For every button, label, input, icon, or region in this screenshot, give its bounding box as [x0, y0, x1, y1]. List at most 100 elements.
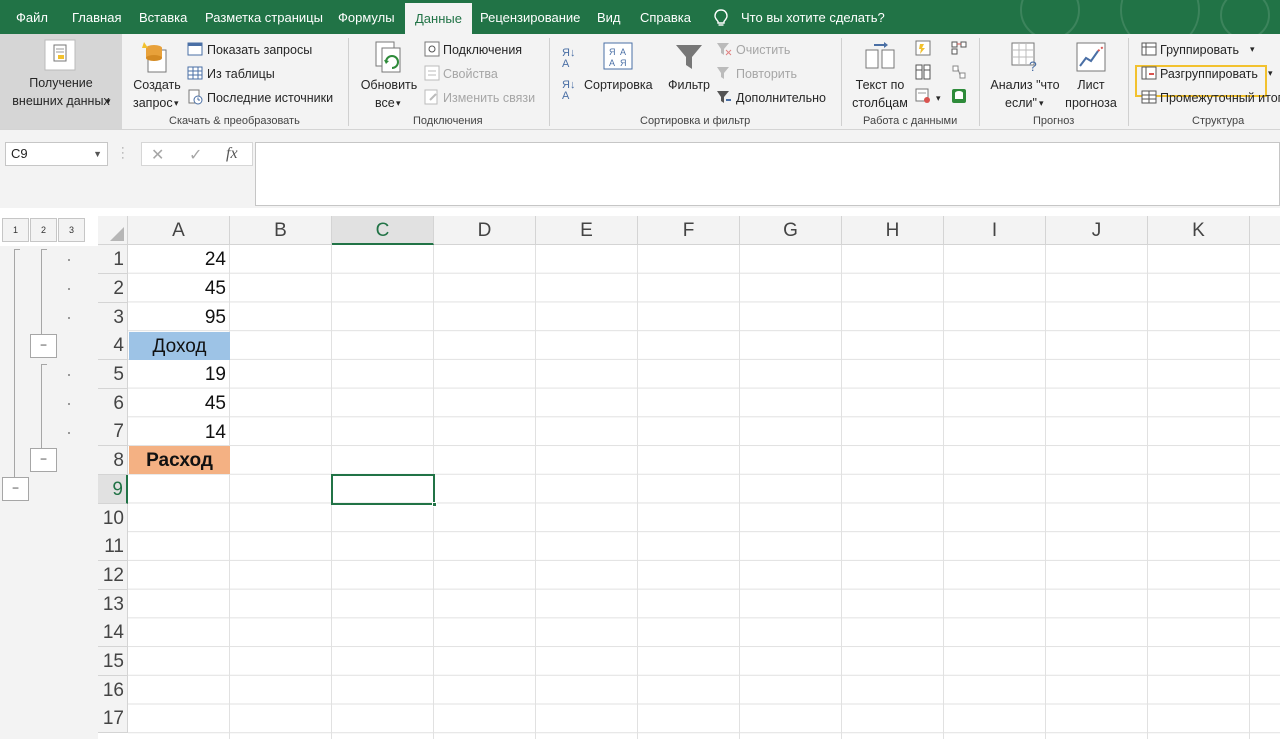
- formula-bar-grip-icon[interactable]: · · ·: [121, 143, 125, 164]
- column-header-a[interactable]: A: [128, 216, 230, 245]
- show-queries-button[interactable]: Показать запросы: [207, 42, 312, 58]
- column-header-l[interactable]: [1250, 216, 1280, 245]
- sort-za-icon[interactable]: Я↓ А: [562, 80, 575, 102]
- sort-az-icon[interactable]: Я↓ А: [562, 48, 575, 70]
- text-to-columns-label-2[interactable]: столбцам: [848, 95, 912, 111]
- cell-a4-income-label[interactable]: Доход: [129, 332, 230, 360]
- tab-page-layout[interactable]: Разметка страницы: [205, 0, 323, 34]
- cell-a5[interactable]: 19: [128, 360, 230, 388]
- group-button[interactable]: Группировать: [1160, 42, 1239, 58]
- column-header-k[interactable]: K: [1148, 216, 1250, 245]
- from-table-button[interactable]: Из таблицы: [207, 66, 275, 82]
- recent-sources-button[interactable]: Последние источники: [207, 90, 333, 106]
- data-model-icon[interactable]: [951, 88, 967, 104]
- tab-formulas[interactable]: Формулы: [338, 0, 395, 34]
- sort-button[interactable]: Сортировка: [584, 77, 653, 93]
- insert-function-icon[interactable]: fx: [226, 145, 238, 163]
- edit-links-button[interactable]: Изменить связи: [443, 90, 535, 106]
- row-header-5[interactable]: 5: [98, 360, 128, 389]
- remove-duplicates-icon[interactable]: [915, 64, 931, 80]
- row-header-9[interactable]: 9: [98, 475, 128, 504]
- name-box[interactable]: C9 ▼: [5, 142, 108, 166]
- outline-level-1-button[interactable]: 1: [2, 218, 29, 242]
- chevron-down-icon[interactable]: ▾: [1250, 41, 1255, 57]
- tab-home[interactable]: Главная: [72, 0, 121, 34]
- selected-cell-c9[interactable]: [331, 474, 437, 507]
- cell-a7[interactable]: 14: [128, 418, 230, 446]
- row-header-3[interactable]: 3: [98, 303, 128, 332]
- column-header-j[interactable]: J: [1046, 216, 1148, 245]
- tab-view[interactable]: Вид: [597, 0, 621, 34]
- forecast-sheet-label-1[interactable]: Лист: [1062, 77, 1120, 93]
- column-header-g[interactable]: G: [740, 216, 842, 245]
- properties-button[interactable]: Свойства: [443, 66, 498, 82]
- refresh-all-label-2[interactable]: все: [375, 95, 395, 111]
- column-header-c[interactable]: C: [332, 216, 434, 245]
- tab-file[interactable]: Файл: [16, 0, 48, 34]
- collapse-group-button[interactable]: −: [2, 477, 29, 501]
- chevron-down-icon[interactable]: ▾: [1268, 65, 1273, 81]
- row-header-13[interactable]: 13: [98, 590, 128, 619]
- flash-fill-icon[interactable]: [915, 40, 931, 56]
- outline-level-2-button[interactable]: 2: [30, 218, 57, 242]
- tab-data[interactable]: Данные: [405, 3, 472, 34]
- row-header-12[interactable]: 12: [98, 561, 128, 590]
- row-header-10[interactable]: 10: [98, 504, 128, 533]
- collapse-group-button[interactable]: −: [30, 334, 57, 358]
- cell-a2[interactable]: 45: [128, 274, 230, 302]
- cell-a8-expense-label[interactable]: Расход: [129, 446, 230, 474]
- subtotal-button[interactable]: Промежуточный итог: [1160, 90, 1280, 106]
- connections-button[interactable]: Подключения: [443, 42, 522, 58]
- row-header-11[interactable]: 11: [98, 532, 128, 561]
- row-header-15[interactable]: 15: [98, 647, 128, 676]
- column-header-e[interactable]: E: [536, 216, 638, 245]
- row-header-6[interactable]: 6: [98, 389, 128, 418]
- column-header-b[interactable]: B: [230, 216, 332, 245]
- fill-handle[interactable]: [432, 502, 437, 507]
- row-header-16[interactable]: 16: [98, 676, 128, 705]
- new-query-label-2[interactable]: запрос: [133, 95, 173, 111]
- ungroup-button[interactable]: Разгруппировать: [1160, 66, 1258, 82]
- row-header-14[interactable]: 14: [98, 618, 128, 647]
- clear-button[interactable]: Очистить: [736, 42, 790, 58]
- relationships-icon[interactable]: [951, 64, 967, 80]
- cell-a1[interactable]: 24: [128, 245, 230, 273]
- what-if-label-2[interactable]: если": [1005, 95, 1037, 111]
- formula-input[interactable]: [255, 142, 1280, 206]
- tab-insert[interactable]: Вставка: [139, 0, 187, 34]
- row-header-7[interactable]: 7: [98, 417, 128, 446]
- outline-level-3-button[interactable]: 3: [58, 218, 85, 242]
- row-header-1[interactable]: 1: [98, 245, 128, 274]
- cell-grid[interactable]: 24 45 95 Доход 19 45 14 Расход: [128, 245, 1280, 739]
- chevron-down-icon[interactable]: ▼: [93, 143, 102, 165]
- lightbulb-icon[interactable]: [712, 8, 730, 28]
- reapply-button[interactable]: Повторить: [736, 66, 797, 82]
- what-if-label-1[interactable]: Анализ "что: [984, 77, 1066, 93]
- forecast-sheet-label-2[interactable]: прогноза: [1058, 95, 1124, 111]
- select-all-button[interactable]: [98, 216, 128, 245]
- filter-button[interactable]: Фильтр: [668, 77, 710, 93]
- cell-a3[interactable]: 95: [128, 303, 230, 331]
- row-header-8[interactable]: 8: [98, 446, 128, 475]
- column-header-i[interactable]: I: [944, 216, 1046, 245]
- tell-me-search[interactable]: Что вы хотите сделать?: [741, 0, 885, 34]
- tab-help[interactable]: Справка: [640, 0, 691, 34]
- row-header-17[interactable]: 17: [98, 704, 128, 733]
- data-validation-icon[interactable]: [915, 88, 931, 104]
- collapse-group-button[interactable]: −: [30, 448, 57, 472]
- cell-a6[interactable]: 45: [128, 389, 230, 417]
- consolidate-icon[interactable]: [951, 40, 967, 56]
- text-to-columns-label-1[interactable]: Текст по: [848, 77, 912, 93]
- row-header-4[interactable]: 4: [98, 331, 128, 360]
- column-header-d[interactable]: D: [434, 216, 536, 245]
- enter-icon[interactable]: ✓: [189, 145, 202, 165]
- advanced-button[interactable]: Дополнительно: [736, 90, 826, 106]
- row-header-2[interactable]: 2: [98, 274, 128, 303]
- column-header-h[interactable]: H: [842, 216, 944, 245]
- forecast-sheet-icon: [1076, 42, 1106, 72]
- tab-review[interactable]: Рецензирование: [480, 0, 580, 34]
- cancel-icon[interactable]: ✕: [151, 145, 164, 165]
- refresh-all-label-1[interactable]: Обновить: [356, 77, 422, 93]
- column-header-f[interactable]: F: [638, 216, 740, 245]
- new-query-label-1[interactable]: Создать: [128, 77, 186, 93]
